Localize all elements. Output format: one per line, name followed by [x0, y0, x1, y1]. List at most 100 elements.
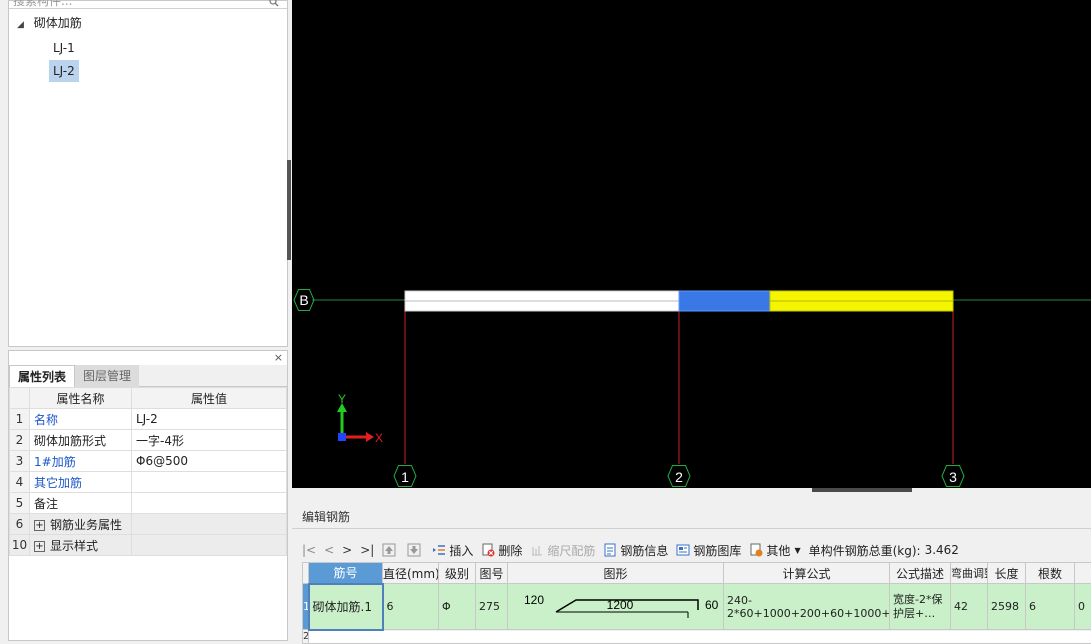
search-icon[interactable]	[269, 0, 279, 7]
col-header-count[interactable]: 根数	[1026, 563, 1075, 584]
grid-header-row: 筋号 直径(mm) 级别 图号 图形 计算公式 公式描述 弯曲调整 长度 根数	[303, 563, 1091, 584]
collapse-triangle-icon[interactable]: ◢	[17, 15, 24, 35]
col-header-description[interactable]: 公式描述	[890, 563, 951, 584]
panel-splitter-handle[interactable]	[287, 160, 291, 260]
tree-node-masonry-rebar[interactable]: ◢ 砌体加筋	[17, 13, 82, 33]
editor-title: 编辑钢筋	[302, 508, 350, 525]
total-weight-caption: 单构件钢筋总重(kg):	[809, 542, 921, 559]
shape-right-dim: 60	[705, 598, 719, 612]
rebar-editor-panel: 编辑钢筋 |< < > >| 插入 删除 缩尺配筋 钢筋信息 钢	[292, 488, 1091, 641]
property-value[interactable]	[132, 493, 287, 514]
move-down-button[interactable]	[407, 543, 424, 557]
rebar-toolbar: |< < > >| 插入 删除 缩尺配筋 钢筋信息 钢筋图库	[302, 538, 1091, 562]
rebar-library-button[interactable]: 钢筋图库	[676, 542, 741, 559]
cell-length[interactable]: 2598	[988, 584, 1026, 630]
delete-icon	[481, 543, 495, 557]
drawing-svg: B 1 2 3 Y X	[292, 0, 1091, 488]
last-record-button[interactable]: >|	[360, 543, 374, 557]
expand-plus-icon[interactable]: +	[34, 541, 45, 552]
axis-label-b: B	[299, 292, 308, 308]
ucs-icon: Y X	[337, 392, 383, 445]
library-icon	[676, 543, 690, 557]
chevron-down-icon: ▼	[794, 546, 800, 555]
tree-node-label: 砌体加筋	[34, 16, 82, 30]
property-name: 砌体加筋形式	[30, 430, 132, 451]
cell-id[interactable]: 砌体加筋.1	[309, 584, 383, 630]
component-search-input[interactable]: 搜索构件...	[9, 0, 287, 9]
tab-property-list[interactable]: 属性列表	[9, 365, 75, 387]
col-header-length[interactable]: 长度	[988, 563, 1026, 584]
cell-grade[interactable]: Φ	[439, 584, 476, 630]
property-value[interactable]: 一字-4形	[132, 430, 287, 451]
col-header-bend-adjust[interactable]: 弯曲调整	[951, 563, 988, 584]
property-name-header: 属性名称	[30, 388, 132, 409]
property-group-row[interactable]: 10 +显示样式	[10, 535, 287, 556]
cell-fig-no[interactable]: 275	[476, 584, 508, 630]
property-row[interactable]: 2 砌体加筋形式 一字-4形	[10, 430, 287, 451]
cell-count[interactable]: 6	[1026, 584, 1075, 630]
col-header-diameter[interactable]: 直径(mm)	[383, 563, 439, 584]
scale-rebar-button[interactable]: 缩尺配筋	[530, 542, 595, 559]
table-row[interactable]: 1 砌体加筋.1 6 Φ 275 120 1200 60 240-2*60+10…	[303, 584, 1091, 630]
delete-label: 删除	[498, 542, 522, 559]
cell-shape[interactable]: 120 1200 60	[508, 584, 724, 630]
expand-plus-icon[interactable]: +	[34, 520, 45, 531]
ucs-x-label: X	[375, 431, 383, 445]
property-value	[132, 514, 287, 535]
move-up-icon	[382, 543, 396, 557]
tree-item-lj-2[interactable]: LJ-2	[49, 60, 79, 82]
axis-label-2: 2	[675, 469, 683, 485]
col-header-fig-no[interactable]: 图号	[476, 563, 508, 584]
empty-row-cells[interactable]	[309, 630, 1091, 644]
close-icon[interactable]: ×	[274, 351, 283, 364]
row-number: 2	[10, 430, 30, 451]
ucs-y-label: Y	[338, 392, 346, 406]
cell-bend-adjust[interactable]: 42	[951, 584, 988, 630]
other-dropdown-button[interactable]: 其他 ▼	[749, 542, 800, 559]
other-tools-icon	[749, 543, 763, 557]
col-header-id[interactable]: 筋号	[309, 563, 383, 584]
row-number: 4	[10, 472, 30, 493]
property-name: 1#加筋	[30, 451, 132, 472]
row-number: 1	[10, 409, 30, 430]
drawing-canvas[interactable]: B 1 2 3 Y X	[292, 0, 1091, 488]
rebar-info-button[interactable]: 钢筋信息	[603, 542, 668, 559]
first-record-button[interactable]: |<	[302, 543, 316, 557]
panel-resize-grip[interactable]	[812, 488, 912, 492]
col-header-grade[interactable]: 级别	[439, 563, 476, 584]
cell-extra[interactable]: 0	[1075, 584, 1091, 630]
left-panel: 搜索构件... ◢ 砌体加筋 LJ-1 LJ-2 × 属性列表 图层管理 属性名…	[0, 0, 292, 641]
property-row[interactable]: 1 名称 LJ-2	[10, 409, 287, 430]
cell-description[interactable]: 宽度-2*保护层+…	[890, 584, 951, 630]
next-record-button[interactable]: >	[342, 543, 352, 557]
prev-record-button[interactable]: <	[324, 543, 334, 557]
cell-diameter[interactable]: 6	[383, 584, 439, 630]
table-row-empty[interactable]: 2	[303, 630, 1091, 644]
insert-button[interactable]: 插入	[432, 542, 473, 559]
rebar-shape-drawing: 120 1200 60	[508, 584, 722, 628]
property-group-row[interactable]: 6 +钢筋业务属性	[10, 514, 287, 535]
property-value[interactable]	[132, 472, 287, 493]
property-row[interactable]: 3 1#加筋 Φ6@500	[10, 451, 287, 472]
col-header-extra[interactable]	[1075, 563, 1091, 584]
property-value[interactable]: LJ-2	[132, 409, 287, 430]
masonry-rebar-segment-selected[interactable]	[679, 291, 770, 311]
divider	[292, 528, 1091, 529]
component-tree-panel: 搜索构件... ◢ 砌体加筋 LJ-1 LJ-2	[8, 0, 288, 347]
cell-formula[interactable]: 240-2*60+1000+200+60+1000+200+60	[724, 584, 890, 630]
row-number: 6	[10, 514, 30, 535]
move-up-button[interactable]	[382, 543, 399, 557]
row-number-header	[10, 388, 30, 409]
property-row[interactable]: 5 备注	[10, 493, 287, 514]
tree-item-lj-1[interactable]: LJ-1	[49, 37, 79, 59]
delete-button[interactable]: 删除	[481, 542, 522, 559]
col-header-formula[interactable]: 计算公式	[724, 563, 890, 584]
col-header-shape[interactable]: 图形	[508, 563, 724, 584]
property-value[interactable]: Φ6@500	[132, 451, 287, 472]
group-label: 显示样式	[50, 539, 98, 553]
property-tabs: 属性列表 图层管理	[9, 365, 287, 387]
tab-layer-management[interactable]: 图层管理	[75, 365, 139, 387]
property-row[interactable]: 4 其它加筋	[10, 472, 287, 493]
row-number: 5	[10, 493, 30, 514]
insert-row-icon	[432, 543, 446, 557]
